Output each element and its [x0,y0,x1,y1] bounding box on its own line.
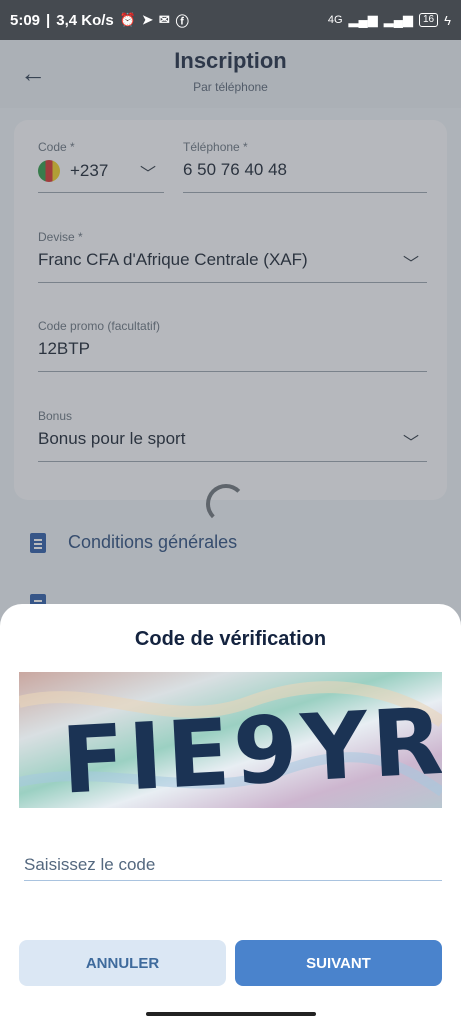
status-separator: | [46,11,51,29]
verification-code-input[interactable] [24,850,442,881]
status-speed: 3,4 Ko/s [56,11,114,29]
captcha-image: FIE9YR [19,672,442,808]
signal-2-icon: ▂▄▆ [383,12,413,27]
status-time: 5:09 [10,11,41,29]
message-icon: ✉ [158,12,170,27]
telegram-icon: ➤ [141,12,153,27]
verification-sheet: Code de vérification FIE9YR ANNULER SUIV… [0,604,461,1024]
facebook-icon: ⓕ [175,13,189,29]
home-gesture-pill[interactable] [146,1012,316,1016]
navigation-bar [0,1004,461,1024]
network-type: 4G [327,14,343,26]
signal-icon: ▂▄▆ [348,12,378,27]
status-bar: 5:09 | 3,4 Ko/s ⏰ ➤ ✉ ⓕ 4G ▂▄▆ ▂▄▆ 16 ϟ [0,0,461,40]
battery-icon: 16 [418,13,439,27]
cancel-button[interactable]: ANNULER [19,940,226,986]
dialog-title: Code de vérification [134,628,327,650]
next-button[interactable]: SUIVANT [235,940,442,986]
alarm-icon: ⏰ [119,12,136,27]
charging-icon: ϟ [444,12,451,28]
captcha-text: FIE9YR [59,688,442,808]
